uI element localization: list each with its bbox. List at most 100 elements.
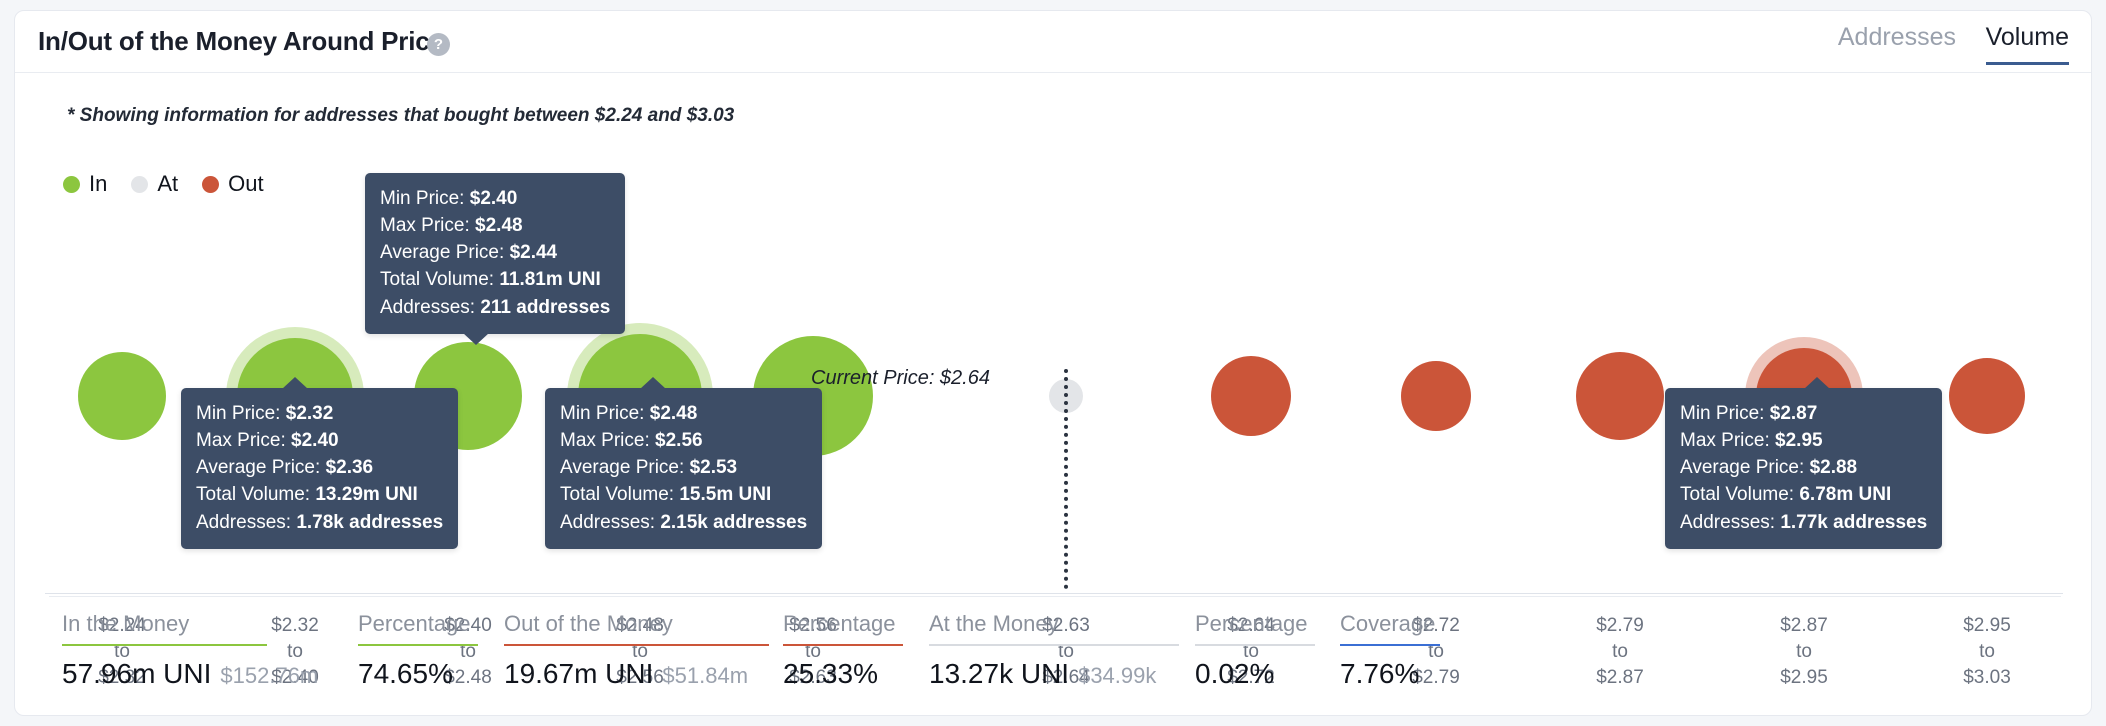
x-axis-label-line: $2.87 [1596,665,1644,691]
tooltip-addresses-value: 211 addresses [480,297,610,318]
tooltip-min-price-value: $2.87 [1770,403,1818,424]
tooltip-addresses-label: Addresses: [1680,512,1775,533]
x-axis-label-line: $2.32 [271,613,319,639]
stat-label: Coverage [1340,611,1440,644]
stat-label: Percentage [783,611,903,644]
stat-primary-value: 19.67m UNI [504,658,653,690]
stat-underline [783,644,903,646]
stat-values: 0.02% [1195,658,1315,690]
current-price-marker-line [1064,369,1068,589]
x-axis-label-line: $2.79 [1596,613,1644,639]
stat-label: Out of the Money [504,611,769,644]
stat-primary-value: 25.33% [783,658,878,690]
tooltip-240-248: Min Price: $2.40 Max Price: $2.48 Averag… [365,173,625,334]
stat-secondary-value: $34.99k [1078,663,1156,689]
tooltip-addresses-value: 1.78k addresses [296,512,443,533]
page-title: In/Out of the Money Around Price [38,26,444,57]
tooltip-min-price-label: Min Price: [196,403,280,424]
stat-label: In the Money [62,611,267,644]
tooltip-average-price-value: $2.88 [1810,457,1858,478]
tooltip-addresses-label: Addresses: [560,512,655,533]
current-price-label: Current Price: $2.64 [811,367,990,390]
tooltip-average-price-value: $2.44 [510,242,558,263]
x-axis-label-line: to [1780,639,1828,665]
tooltip-total-volume-value: 15.5m UNI [679,484,771,505]
tooltip-min-price-label: Min Price: [1680,403,1764,424]
stat-coverage: Coverage 7.76% [1340,611,1440,690]
bubble-279-287[interactable] [1576,352,1664,440]
stat-primary-value: 13.27k UNI [929,658,1069,690]
x-axis-label-line: to [271,639,319,665]
stat-values: 74.65% [358,658,478,690]
tooltip-total-volume-value: 6.78m UNI [1799,484,1891,505]
stat-values: 25.33% [783,658,903,690]
bubble-264-272[interactable] [1211,356,1291,436]
stat-out-of-the-money: Out of the Money 19.67m UNI$51.84m [504,611,769,690]
tab-volume[interactable]: Volume [1986,23,2069,65]
stat-in-the-money: In the Money 57.96m UNI$152.76m [62,611,267,690]
x-axis-label-line: $2.95 [1780,665,1828,691]
tooltip-total-volume-label: Total Volume: [1680,484,1794,505]
stat-secondary-value: $152.76m [220,663,318,689]
tooltip-average-price-value: $2.36 [326,457,374,478]
tooltip-max-price-label: Max Price: [196,430,286,451]
tooltip-average-price-value: $2.53 [690,457,738,478]
tab-addresses[interactable]: Addresses [1838,23,1956,62]
stat-percentage: Percentage74.65% [358,611,478,690]
stat-label: At the Money [929,611,1179,644]
tooltip-total-volume-value: 13.29m UNI [315,484,417,505]
x-axis-label-line: to [1596,639,1644,665]
chart-note: * Showing information for addresses that… [67,105,734,127]
stat-values: 7.76% [1340,658,1440,690]
stat-values: 57.96m UNI$152.76m [62,658,267,690]
tooltip-average-price-label: Average Price: [1680,457,1804,478]
tooltip-addresses-label: Addresses: [196,512,291,533]
tooltip-max-price-label: Max Price: [560,430,650,451]
tooltip-min-price-value: $2.40 [470,188,518,209]
x-axis-label: $2.79to$2.87 [1596,613,1644,692]
tooltip-total-volume-label: Total Volume: [196,484,310,505]
stat-values: 13.27k UNI $34.99k [929,658,1179,690]
stat-primary-value: 0.02% [1195,658,1274,690]
tooltip-232-240: Min Price: $2.32 Max Price: $2.40 Averag… [181,388,458,549]
tooltip-total-volume-value: 11.81m UNI [499,269,600,290]
x-axis-label: $2.87to$2.95 [1780,613,1828,692]
bubble-272-279[interactable] [1401,361,1471,431]
tooltip-average-price-label: Average Price: [380,242,504,263]
tooltip-max-price-value: $2.56 [655,430,703,451]
stat-underline [358,644,478,646]
bubble-224-232[interactable] [78,352,166,440]
tooltip-average-price-label: Average Price: [196,457,320,478]
tooltip-max-price-label: Max Price: [380,215,470,236]
tooltip-max-price-value: $2.40 [291,430,339,451]
bubble-chart-plot: Current Price: $2.64 $2.24to$2.32$2.32to… [15,141,2091,461]
tooltip-287-295: Min Price: $2.87 Max Price: $2.95 Averag… [1665,388,1942,549]
stats-divider [49,596,2061,597]
stat-percentage: Percentage 25.33% [783,611,903,690]
stat-underline [504,644,769,646]
x-axis-label: $2.95to$3.03 [1963,613,2011,692]
stat-primary-value: 7.76% [1340,658,1419,690]
tooltip-arrow-icon [282,377,308,389]
question-mark-icon[interactable]: ? [427,33,450,56]
stat-underline [1195,644,1315,646]
stat-percentage: Percentage0.02% [1195,611,1315,690]
tooltip-arrow-icon [463,333,489,345]
in-out-of-money-card: In/Out of the Money Around Price ? Addre… [14,10,2092,716]
x-axis-line [45,593,2063,594]
tooltip-248-256: Min Price: $2.48 Max Price: $2.56 Averag… [545,388,822,549]
tooltip-min-price-value: $2.48 [650,403,698,424]
tooltip-addresses-label: Addresses: [380,297,475,318]
x-axis-label-line: $2.87 [1780,613,1828,639]
stat-values: 19.67m UNI$51.84m [504,658,769,690]
bubble-295-303[interactable] [1949,358,2025,434]
tooltip-min-price-value: $2.32 [286,403,334,424]
tooltip-min-price-label: Min Price: [560,403,644,424]
tooltip-addresses-value: 2.15k addresses [660,512,807,533]
stat-at-the-money: At the Money 13.27k UNI $34.99k [929,611,1179,690]
tooltip-addresses-value: 1.77k addresses [1780,512,1927,533]
x-axis-label-line: $2.95 [1963,613,2011,639]
tooltip-min-price-label: Min Price: [380,188,464,209]
stat-underline [1340,644,1440,646]
tooltip-total-volume-label: Total Volume: [380,269,494,290]
